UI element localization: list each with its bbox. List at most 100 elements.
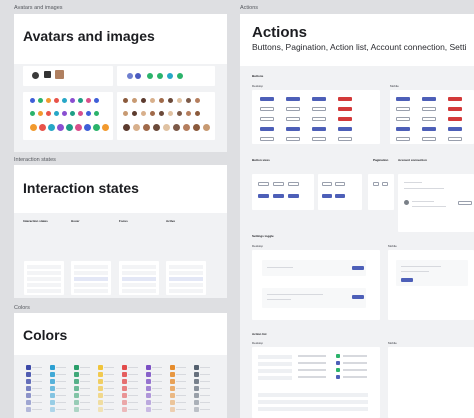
enable-button[interactable] [401,278,413,282]
sample-button[interactable] [422,107,436,111]
enable-button[interactable] [352,295,364,299]
sample-button[interactable] [273,182,284,186]
sample-button[interactable] [422,117,436,121]
sample-button[interactable] [396,137,410,141]
sample-button[interactable] [338,107,352,111]
state-row[interactable] [74,271,108,275]
sample-button[interactable] [312,137,326,141]
avatar-photo [159,111,164,116]
color-swatch [122,365,127,370]
sample-button[interactable] [312,117,326,121]
state-row[interactable] [122,277,156,281]
sample-button[interactable] [260,137,274,141]
sample-button[interactable] [260,127,274,131]
sample-button[interactable] [322,182,332,186]
state-row[interactable] [122,271,156,275]
sample-button[interactable] [312,97,326,101]
avatar-icon [135,73,141,79]
sample-button[interactable] [448,137,462,141]
action-list-item[interactable] [298,355,326,357]
interaction-board[interactable]: Interaction states Interaction states Ho… [14,165,227,298]
state-row[interactable] [27,283,61,287]
state-row[interactable] [169,277,203,281]
sample-button[interactable] [260,97,274,101]
action-list-item[interactable] [258,393,368,397]
previous-page-button[interactable] [373,182,379,186]
state-row[interactable] [122,289,156,293]
sample-button[interactable] [286,127,300,131]
colors-board[interactable]: Colors [14,313,227,418]
sample-button[interactable] [448,117,462,121]
state-row[interactable] [74,289,108,293]
sample-button[interactable] [322,194,332,198]
sample-button[interactable] [258,194,269,198]
sample-button[interactable] [396,107,410,111]
sample-button[interactable] [422,97,436,101]
sample-button[interactable] [396,127,410,131]
sample-button[interactable] [288,182,299,186]
action-icon [336,361,340,365]
state-row[interactable] [169,271,203,275]
state-row[interactable] [27,289,61,293]
sample-button[interactable] [260,107,274,111]
sample-button[interactable] [422,127,436,131]
state-row[interactable] [122,265,156,269]
state-row[interactable] [169,265,203,269]
state-row[interactable] [74,265,108,269]
enable-button[interactable] [352,266,364,270]
connect-button[interactable] [458,201,472,205]
avatar-photo [195,98,200,103]
sample-button[interactable] [448,127,462,131]
sample-button[interactable] [338,97,352,101]
action-list-item[interactable] [258,355,292,359]
sample-button[interactable] [448,97,462,101]
action-list-item[interactable] [343,362,367,364]
sample-button[interactable] [288,194,299,198]
state-row[interactable] [27,265,61,269]
action-list-item[interactable] [258,369,292,373]
sample-button[interactable] [286,137,300,141]
action-list-item[interactable] [298,376,326,378]
state-row[interactable] [74,277,108,281]
action-list-item[interactable] [343,369,367,371]
swatch-label [200,367,210,368]
sample-button[interactable] [260,117,274,121]
sample-button[interactable] [338,137,352,141]
sample-button[interactable] [338,117,352,121]
next-page-button[interactable] [382,182,388,186]
state-row[interactable] [74,283,108,287]
sample-button[interactable] [312,107,326,111]
sample-button[interactable] [335,182,345,186]
avatar-initials [86,98,91,103]
sample-button[interactable] [258,182,269,186]
state-row[interactable] [27,271,61,275]
sample-button[interactable] [335,194,345,198]
sample-button[interactable] [286,107,300,111]
sample-button[interactable] [396,117,410,121]
action-list-item[interactable] [343,355,367,357]
state-row[interactable] [122,283,156,287]
state-row[interactable] [27,277,61,281]
action-list-item[interactable] [343,376,367,378]
color-swatch [26,393,31,398]
sample-button[interactable] [422,137,436,141]
state-row[interactable] [169,283,203,287]
avatars-board[interactable]: Avatars and images [14,14,227,152]
action-list-item[interactable] [258,362,292,366]
sample-button[interactable] [448,107,462,111]
action-list-item[interactable] [258,400,368,404]
action-list-item[interactable] [298,369,326,371]
sample-button[interactable] [312,127,326,131]
sample-button[interactable] [338,127,352,131]
sample-button[interactable] [286,97,300,101]
avatar-photo [195,111,200,116]
text-line [401,266,441,268]
action-list-item[interactable] [258,376,292,380]
sample-button[interactable] [273,194,284,198]
sample-button[interactable] [396,97,410,101]
action-list-item[interactable] [298,362,326,364]
sample-button[interactable] [286,117,300,121]
state-row[interactable] [169,289,203,293]
actions-board[interactable]: Actions Buttons, Pagination, Action list… [240,14,474,418]
action-list-item[interactable] [258,407,368,411]
